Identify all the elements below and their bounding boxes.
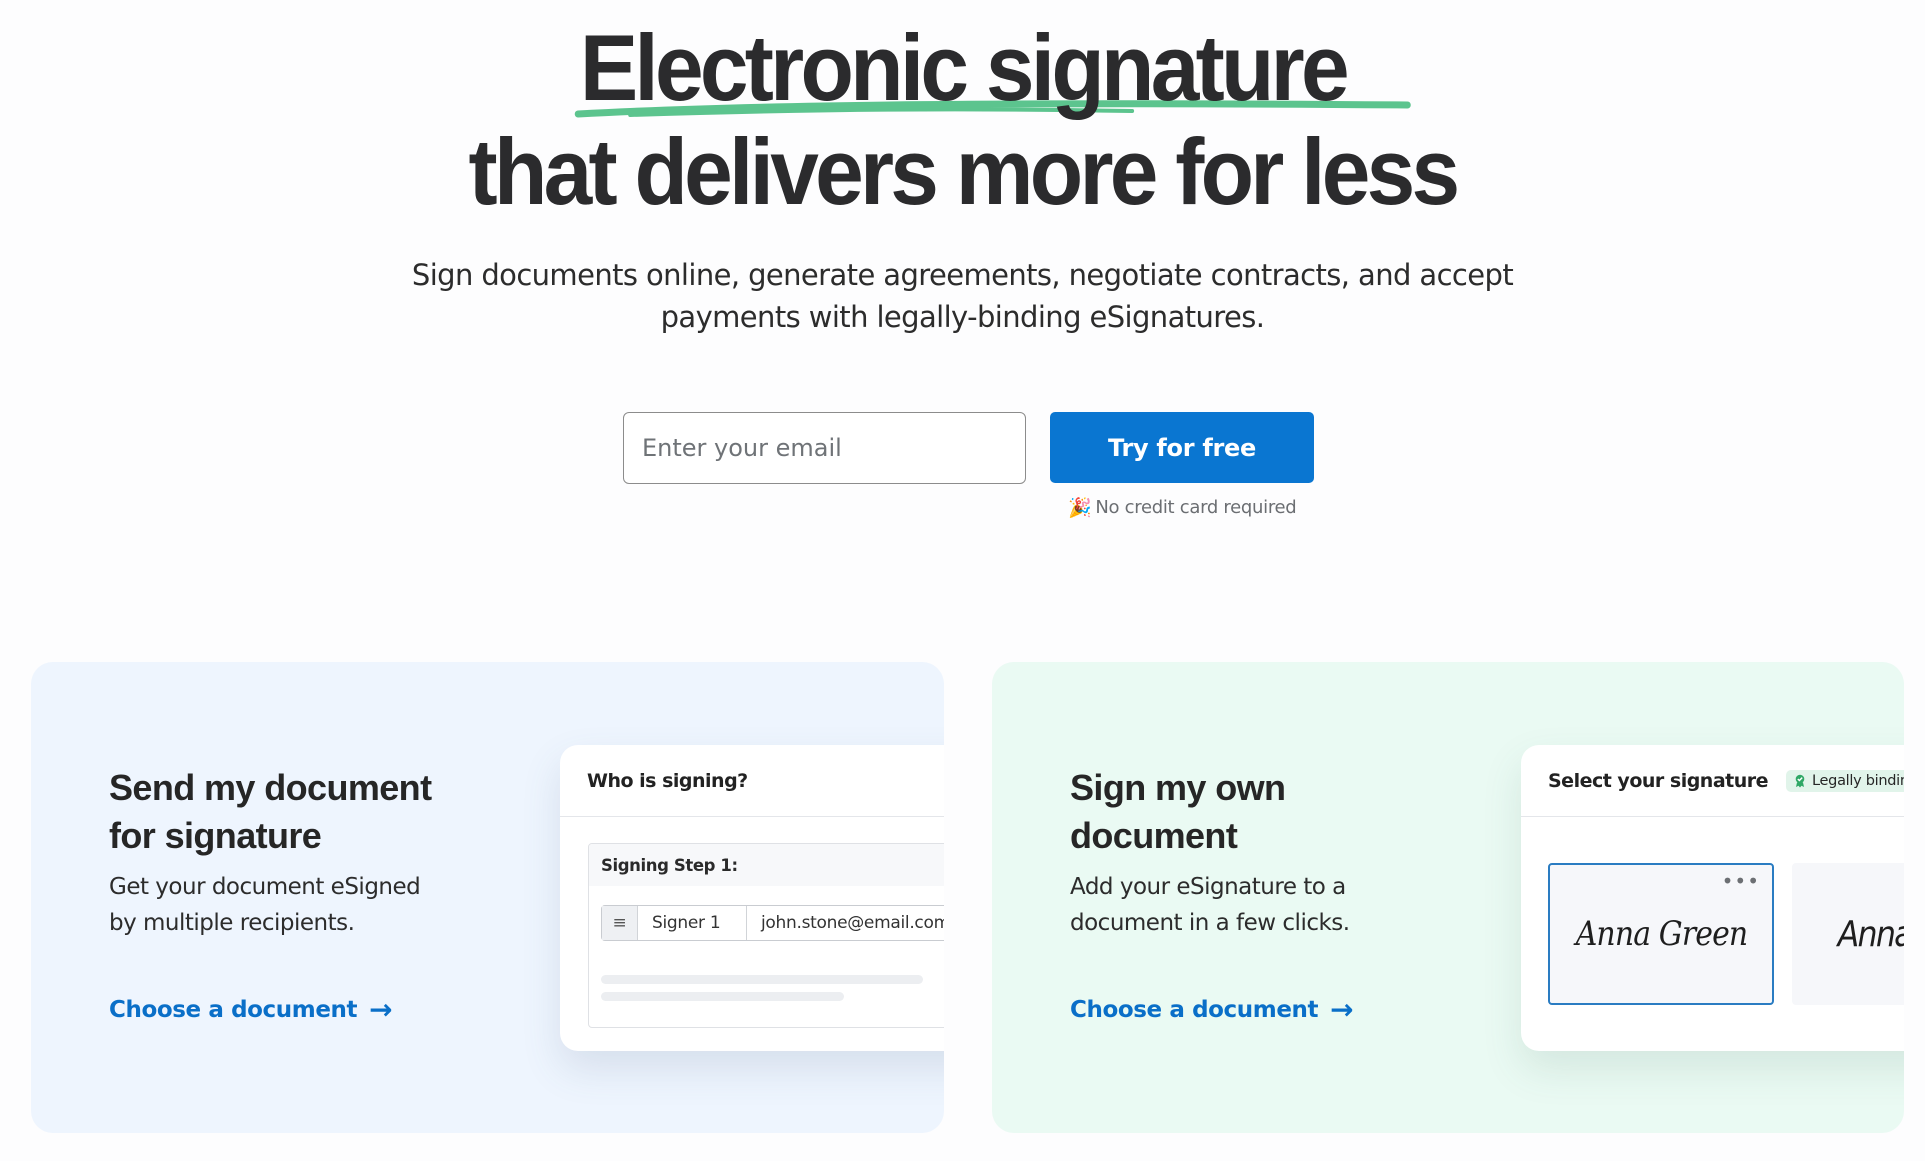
more-options-icon: ••• xyxy=(1721,869,1760,893)
email-input[interactable] xyxy=(623,412,1026,484)
no-credit-card-text: No credit card required xyxy=(1095,497,1297,518)
arrow-right-icon: → xyxy=(1330,993,1354,1026)
signature-option-selected: ••• Anna Green xyxy=(1548,863,1774,1005)
signature-text: Anna Green xyxy=(1575,914,1747,954)
card-description: Get your document eSigned by multiple re… xyxy=(109,874,421,936)
award-badge-icon xyxy=(1795,774,1805,787)
hero-title-line1: Electronic signature xyxy=(574,16,1411,120)
hero-subtitle-line1: Sign documents online, generate agreemen… xyxy=(411,258,1514,292)
signing-step-label: Signing Step 1: xyxy=(589,844,944,886)
signature-option: Anna Green xyxy=(1792,863,1904,1005)
arrow-right-icon: → xyxy=(369,993,393,1026)
hero-title-line2: that delivers more for less xyxy=(468,119,1461,224)
signing-step-box: Signing Step 1: ≡ Signer 1 john.stone@em… xyxy=(588,843,944,1028)
choose-document-link-sign[interactable]: Choose a document → xyxy=(1070,993,1354,1026)
signer-email-field: john.stone@email.com xyxy=(761,913,944,933)
legally-binding-badge: Legally binding xyxy=(1786,769,1904,792)
who-is-signing-mockup: Who is signing? Signing Step 1: ≡ Signer… xyxy=(560,745,944,1051)
skeleton-line xyxy=(601,975,923,984)
select-signature-mockup: Select your signature Legally binding ••… xyxy=(1521,745,1904,1051)
hero-subtitle: Sign documents online, generate agreemen… xyxy=(0,254,1925,338)
signer-row: ≡ Signer 1 john.stone@email.com xyxy=(601,905,944,941)
page: Electronic signature that delivers more … xyxy=(0,0,1925,1161)
card-description: Add your eSignature to a document in a f… xyxy=(1070,874,1350,936)
party-popper-icon: 🎉 xyxy=(1068,497,1092,519)
signature-text: Anna Green xyxy=(1837,913,1904,955)
skeleton-line xyxy=(601,992,844,1001)
choose-document-link-send[interactable]: Choose a document → xyxy=(109,993,393,1026)
signer-name-field: Signer 1 xyxy=(638,906,747,940)
sign-own-document-card: Sign my own document Add your eSignature… xyxy=(992,662,1904,1133)
card-title: Sign my own document xyxy=(1070,767,1286,856)
try-for-free-button[interactable]: Try for free xyxy=(1050,412,1314,483)
hero-title: Electronic signature that delivers more … xyxy=(0,16,1925,224)
hamburger-icon: ≡ xyxy=(602,906,638,940)
hero-subtitle-line2: payments with legally-binding eSignature… xyxy=(660,300,1265,334)
mockup-header: Select your signature Legally binding xyxy=(1521,745,1904,817)
mockup-header: Who is signing? xyxy=(560,745,944,817)
no-credit-card-note: 🎉 No credit card required xyxy=(1068,496,1308,519)
card-title: Send my document for signature xyxy=(109,767,432,856)
send-document-card: Send my document for signature Get your … xyxy=(31,662,944,1133)
